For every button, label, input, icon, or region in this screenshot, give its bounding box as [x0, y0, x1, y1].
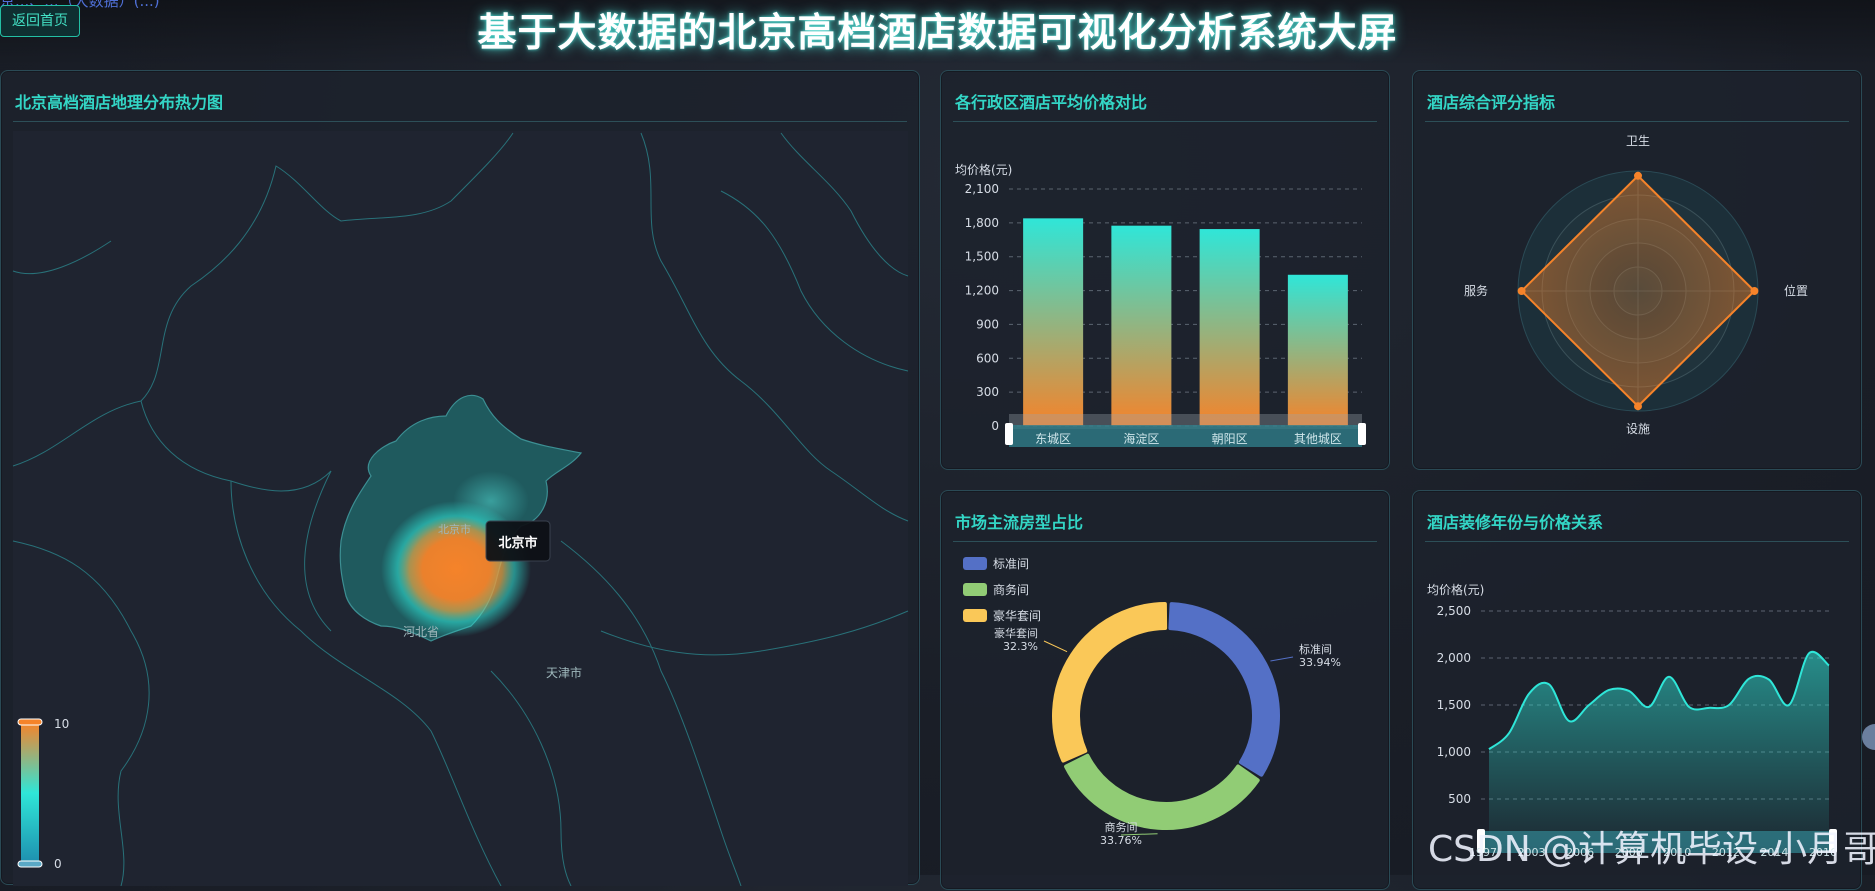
radar-point: [1750, 287, 1759, 295]
visual-map-max: 10: [54, 717, 69, 731]
radar-panel: 酒店综合评分指标 卫生 位置 设施 服务: [1412, 70, 1862, 470]
tianjin-label: 天津市: [546, 665, 582, 680]
radar-indicator-label: 位置: [1784, 283, 1808, 298]
bar: [1287, 274, 1348, 426]
radar-point: [1517, 287, 1526, 295]
bar: [1111, 225, 1172, 426]
bar-y-tick-label: 1,200: [965, 284, 999, 298]
beijing-label: 北京市: [438, 522, 471, 536]
watermark: CSDN @计算机毕设-小月哥: [1428, 829, 1875, 870]
bar-y-tick-label: 600: [976, 351, 999, 365]
pie-legend-swatch: [963, 609, 987, 622]
bar-x-tick-label: 其他城区: [1294, 432, 1342, 446]
tooltip-text: 北京市: [498, 535, 537, 551]
radar-point: [1634, 171, 1642, 180]
area-y-tick-label: 1,000: [1437, 745, 1471, 759]
pie-panel: 市场主流房型占比 标准间 商务间 豪华套间 标准间 33.94% 商务间 33.76% 豪华…: [940, 490, 1390, 890]
area-y-tick-label: 1,500: [1437, 698, 1471, 712]
visual-map-min: 0: [54, 857, 62, 871]
visual-map-handle-top[interactable]: [17, 718, 43, 726]
pie-legend-label: 豪华套间: [993, 608, 1041, 623]
visual-map-handle-bottom[interactable]: [17, 860, 43, 868]
pie-slice: [1052, 602, 1168, 763]
bar: [1023, 218, 1084, 426]
bar-x-tick-label: 朝阳区: [1212, 432, 1248, 446]
pie-label-line: [1270, 656, 1294, 662]
bar-y-tick-label: 1,500: [965, 250, 999, 264]
pie-label-percent: 33.76%: [1100, 834, 1142, 847]
area-y-tick-label: 2,500: [1437, 604, 1471, 618]
hebei-label: 河北省: [403, 625, 439, 639]
pie-legend-swatch: [963, 557, 987, 570]
bar-x-tick-label: 东城区: [1035, 432, 1071, 446]
pie-slice: [1168, 602, 1280, 777]
radar-indicator-label: 服务: [1464, 283, 1488, 298]
bar-panel: 各行政区酒店平均价格对比 均价格(元) 0 300 600 900 1,200 1,500…: [940, 70, 1390, 470]
pie-legend-label: 标准间: [993, 557, 1029, 571]
bar: [1199, 229, 1260, 426]
radar-point: [1634, 402, 1642, 411]
pie-label-percent: 33.94%: [1299, 656, 1341, 669]
bar-y-tick-label: 300: [976, 385, 999, 399]
pie-chart: 标准间商务间豪华套间 标准间33.94%商务间33.76%豪华套间32.3%: [963, 557, 1341, 847]
bar-y-tick-label: 0: [991, 419, 999, 433]
pie-label-name: 商务间: [1105, 820, 1138, 834]
pie-label-percent: 32.3%: [1003, 640, 1038, 653]
edge-button[interactable]: [1862, 724, 1875, 750]
pie-legend-swatch: [963, 583, 987, 596]
pie-label-line: [1043, 640, 1068, 653]
pie-label-name: 标准间: [1299, 642, 1332, 656]
area-y-tick-label: 500: [1448, 792, 1471, 806]
radar-indicator-label: 卫生: [1626, 134, 1650, 148]
radar-chart: 卫生位置设施 服务: [1464, 134, 1808, 436]
datazoom-handle-left[interactable]: [1005, 423, 1013, 445]
datazoom-handle-right[interactable]: [1358, 423, 1366, 445]
bar-y-tick-label: 1,800: [965, 216, 999, 230]
pie-slice: [1064, 753, 1260, 830]
radar-indicator-label: 设施: [1626, 422, 1650, 436]
area-y-axis-label: 均价格(元): [1427, 582, 1484, 597]
bar-chart: 均价格(元) 0 300 600 900 1,200 1,500 1,800 2,100 东城…: [955, 162, 1366, 447]
visual-map-bar: [21, 723, 39, 863]
heatmap-map[interactable]: 北京市 河北省 天津市 北京市 10 0: [1, 71, 921, 886]
page-title: 基于大数据的北京高档酒店数据可视化分析系统大屏: [477, 11, 1398, 56]
area-fill: [1489, 651, 1829, 846]
bar-y-tick-label: 2,100: [965, 182, 999, 196]
pie-legend-label: 商务间: [993, 582, 1029, 597]
area-y-tick-label: 2,000: [1437, 651, 1471, 665]
bar-y-axis-label: 均价格(元): [955, 162, 1012, 177]
map-panel: 北京高档酒店地理分布热力图 北京市 河北省 天津市 北京市 10 0: [0, 70, 921, 886]
pie-label-name: 豪华套间: [994, 626, 1038, 640]
bar-y-tick-label: 900: [976, 317, 999, 331]
map-tooltip: 北京市: [485, 520, 551, 562]
bar-x-tick-label: 海淀区: [1123, 431, 1159, 446]
